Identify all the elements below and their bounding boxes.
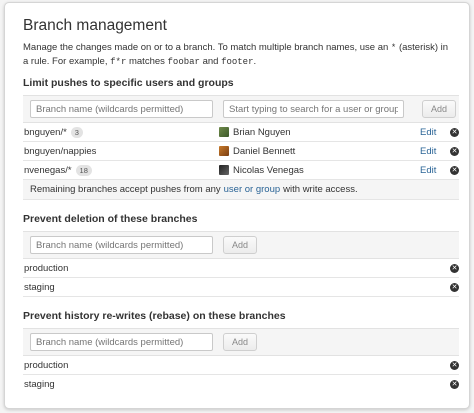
close-icon[interactable]: ✕ bbox=[450, 146, 459, 156]
branch-pattern: bnguyen/nappies bbox=[24, 145, 97, 157]
close-icon[interactable]: ✕ bbox=[450, 380, 459, 389]
branch-name-input[interactable] bbox=[30, 236, 213, 254]
avatar bbox=[219, 146, 229, 156]
branch-management-panel: Branch management Manage the changes mad… bbox=[4, 2, 470, 409]
branch-count-badge[interactable]: 3 bbox=[70, 126, 83, 138]
edit-link[interactable]: Edit bbox=[420, 165, 436, 176]
branch-name-input[interactable] bbox=[30, 100, 213, 118]
branch-pattern: nvenegas/* bbox=[24, 164, 72, 176]
protected-branch-row: staging ✕ bbox=[23, 278, 459, 297]
close-icon[interactable]: ✕ bbox=[450, 360, 459, 370]
user-name: Daniel Bennett bbox=[233, 145, 296, 157]
add-rewrite-rule-button[interactable]: Add bbox=[223, 333, 258, 351]
prevent-rewrites-form: Add bbox=[23, 328, 459, 356]
protected-branch-row: production ✕ bbox=[23, 356, 459, 375]
remaining-branches-note: Remaining branches accept pushes from an… bbox=[23, 180, 459, 200]
prevent-rewrites-heading: Prevent history re-writes (rebase) on th… bbox=[23, 310, 286, 322]
avatar bbox=[219, 165, 229, 175]
branch-count-badge[interactable]: 18 bbox=[75, 164, 92, 176]
edit-link[interactable]: Edit bbox=[420, 127, 436, 138]
prevent-rewrites-section: Prevent history re-writes (rebase) on th… bbox=[23, 310, 459, 394]
push-rule-row: bnguyen/nappies Daniel Bennett Edit ✕ bbox=[23, 142, 459, 161]
close-icon[interactable]: ✕ bbox=[450, 263, 459, 273]
user-name: Brian Nguyen bbox=[233, 126, 291, 138]
edit-link[interactable]: Edit bbox=[420, 146, 436, 157]
close-icon[interactable]: ✕ bbox=[450, 127, 459, 137]
branch-name: production bbox=[24, 359, 69, 371]
branch-name: staging bbox=[24, 379, 55, 390]
branch-name: production bbox=[24, 262, 69, 274]
user-name: Nicolas Venegas bbox=[233, 164, 304, 176]
description: Manage the changes made on or to a branc… bbox=[23, 42, 449, 67]
avatar bbox=[219, 127, 229, 137]
limit-pushes-section: Limit pushes to specific users and group… bbox=[23, 77, 459, 200]
branch-pattern: bnguyen/* bbox=[24, 126, 67, 138]
prevent-deletion-form: Add bbox=[23, 231, 459, 259]
push-rule-row: bnguyen/* 3 Brian Nguyen Edit ✕ bbox=[23, 123, 459, 142]
push-rule-row: nvenegas/* 18 Nicolas Venegas Edit ✕ bbox=[23, 161, 459, 180]
add-deletion-rule-button[interactable]: Add bbox=[223, 236, 258, 254]
protected-branch-row: staging ✕ bbox=[23, 375, 459, 394]
limit-pushes-heading: Limit pushes to specific users and group… bbox=[23, 77, 234, 89]
add-push-rule-button[interactable]: Add bbox=[422, 100, 457, 118]
protected-branch-row: production ✕ bbox=[23, 259, 459, 278]
page-title: Branch management bbox=[23, 17, 167, 34]
close-icon[interactable]: ✕ bbox=[450, 165, 459, 175]
prevent-deletion-heading: Prevent deletion of these branches bbox=[23, 213, 198, 225]
user-search-input[interactable] bbox=[223, 100, 404, 118]
user-or-group-link[interactable]: user or group bbox=[224, 184, 281, 195]
limit-pushes-form: Add bbox=[23, 95, 459, 123]
branch-name: staging bbox=[24, 281, 55, 293]
close-icon[interactable]: ✕ bbox=[450, 282, 459, 292]
prevent-deletion-section: Prevent deletion of these branches Add p… bbox=[23, 213, 459, 297]
branch-name-input[interactable] bbox=[30, 333, 213, 351]
